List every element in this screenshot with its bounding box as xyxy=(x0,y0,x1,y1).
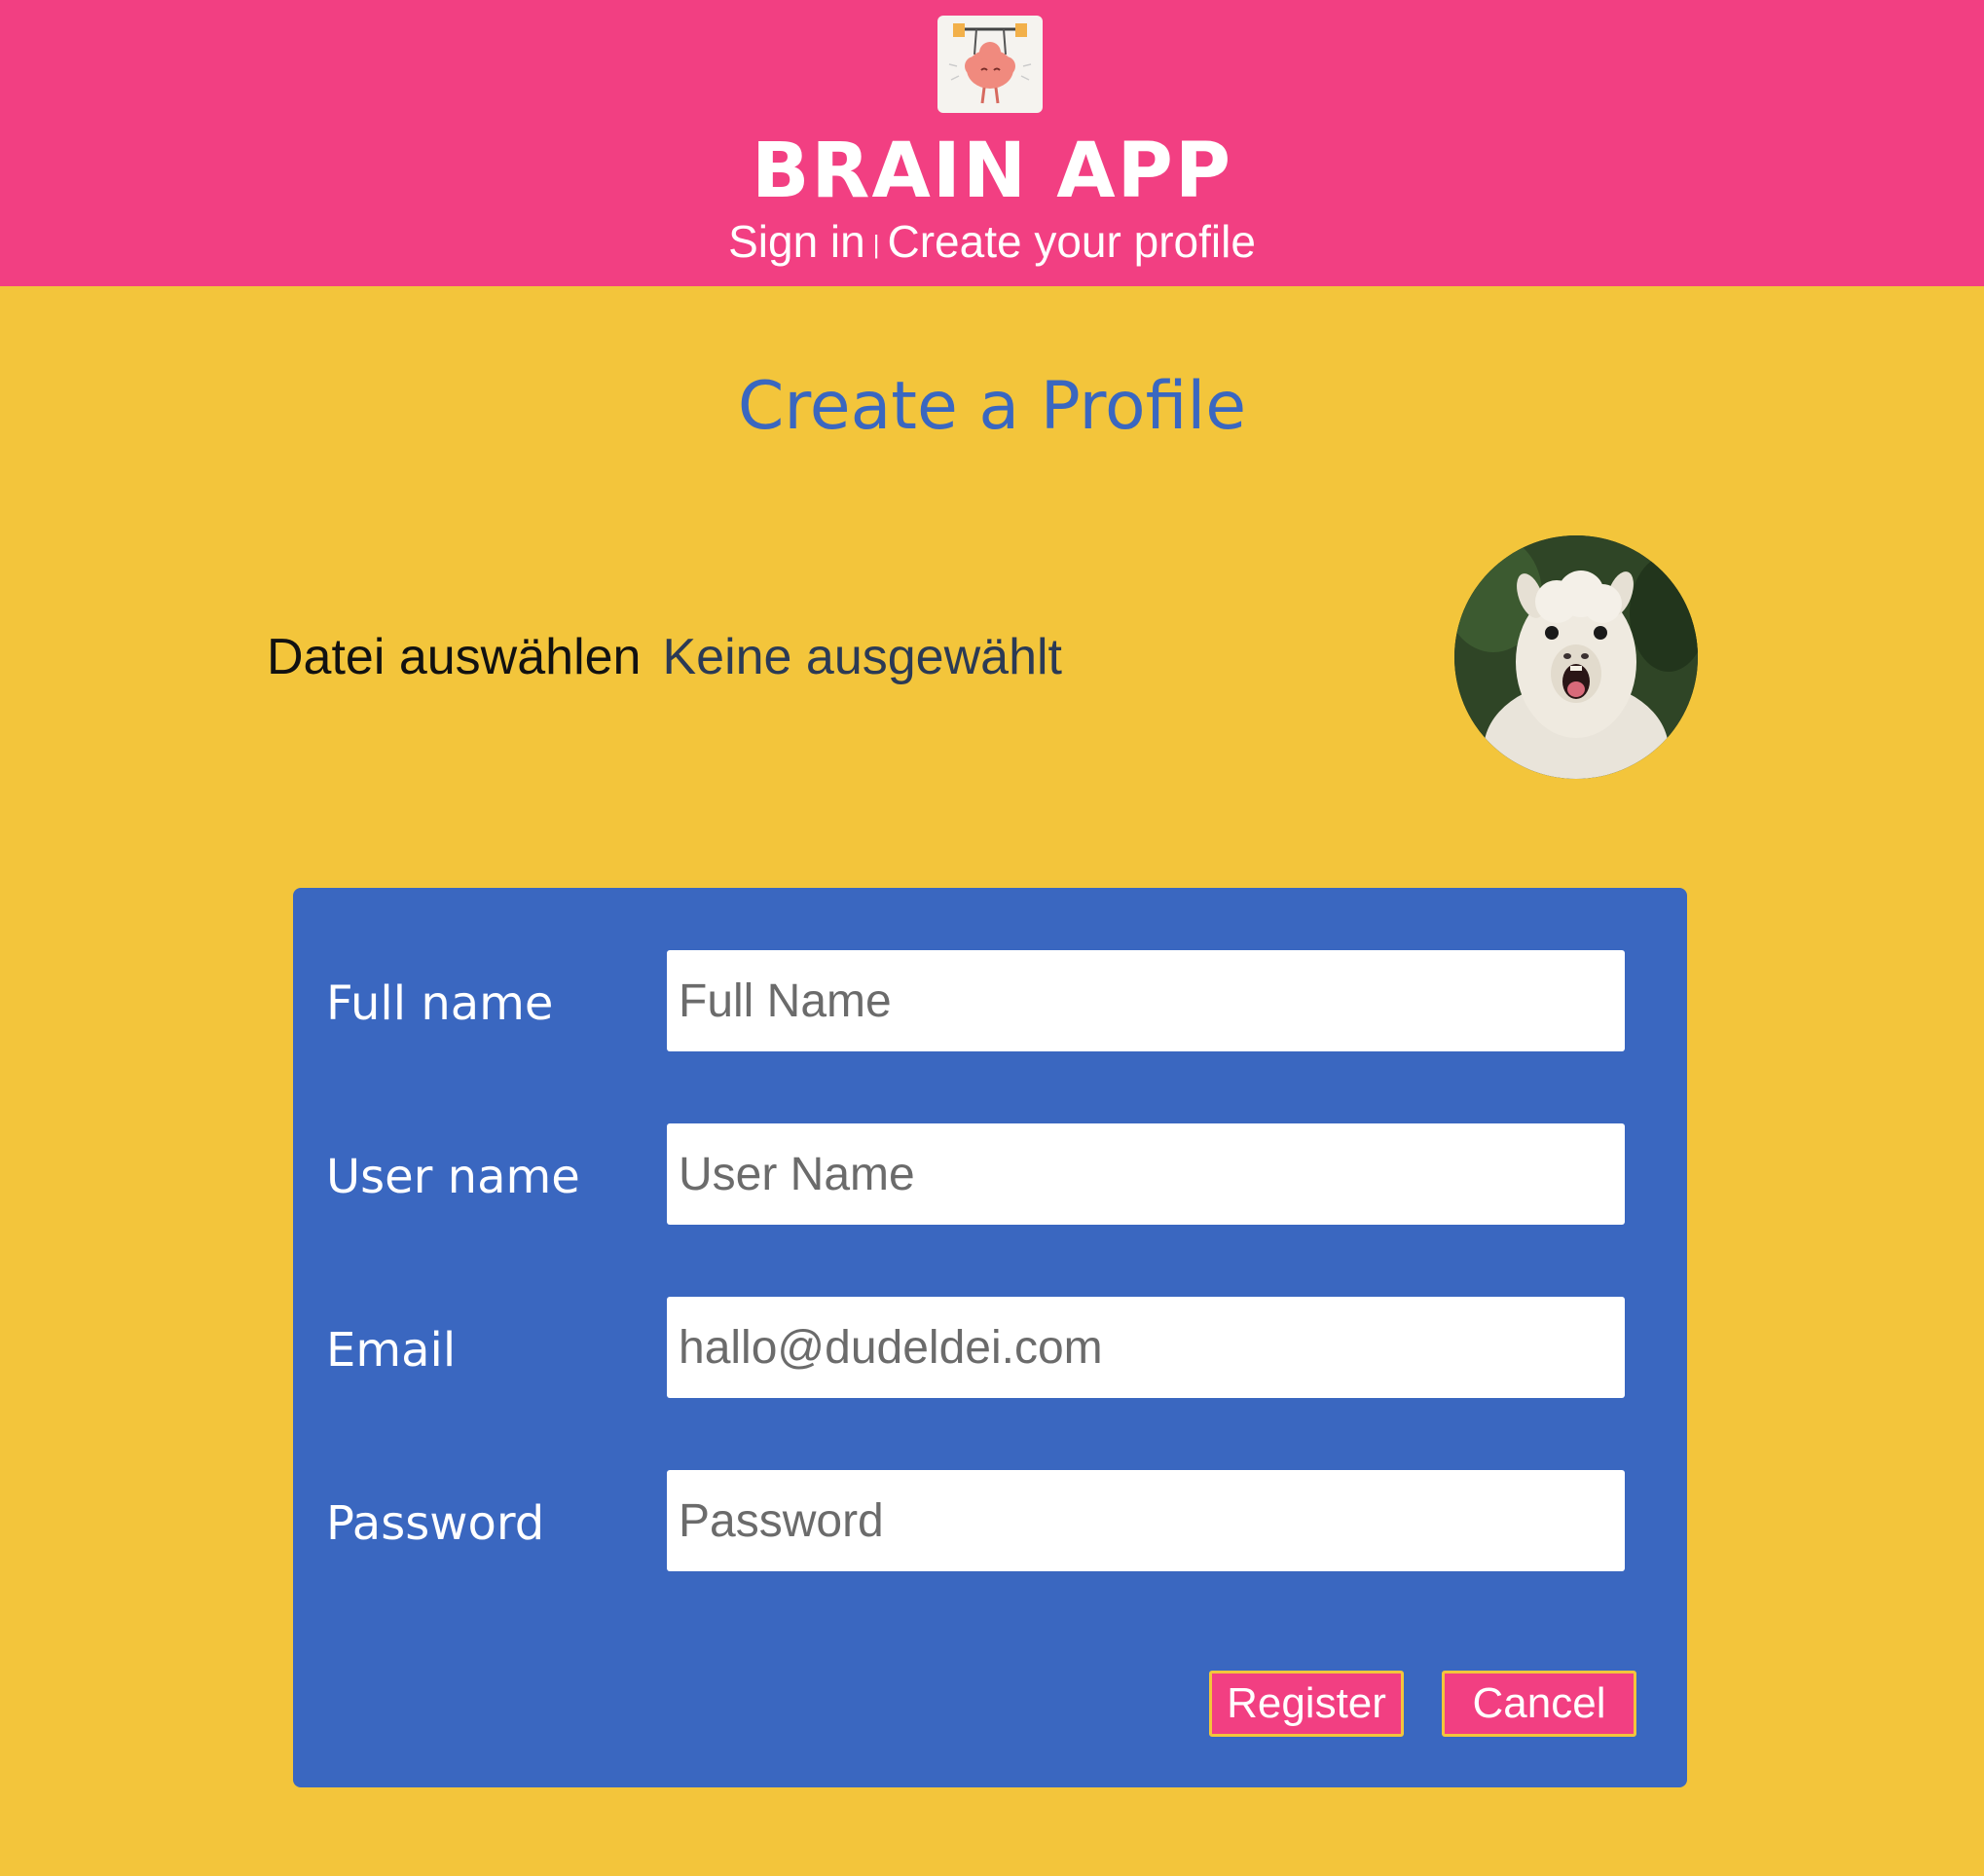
sign-in-link[interactable]: Sign in xyxy=(728,216,865,267)
email-input[interactable] xyxy=(667,1297,1625,1398)
full-name-label: Full name xyxy=(326,976,554,1031)
file-status-text: Keine ausgewählt xyxy=(662,629,1062,685)
page-title: Create a Profile xyxy=(737,368,1247,445)
email-label: Email xyxy=(326,1323,457,1378)
password-label: Password xyxy=(326,1496,545,1551)
header-nav: Sign in | Create your profile xyxy=(0,212,1984,274)
create-profile-link[interactable]: Create your profile xyxy=(888,216,1256,267)
choose-file-button[interactable]: Datei auswählen xyxy=(267,629,641,685)
user-name-input[interactable] xyxy=(667,1123,1625,1225)
app-title: BRAIN APP xyxy=(751,128,1233,215)
nav-separator: | xyxy=(872,230,880,259)
file-picker: Datei auswählen Keine ausgewählt xyxy=(267,623,1062,691)
profile-form: Full name User name Email Password Regis… xyxy=(293,888,1687,1787)
cancel-button[interactable]: Cancel xyxy=(1442,1671,1636,1737)
alpaca-avatar-icon xyxy=(1454,535,1698,779)
full-name-input[interactable] xyxy=(667,950,1625,1051)
brain-logo-icon xyxy=(937,16,1043,113)
register-button[interactable]: Register xyxy=(1209,1671,1404,1737)
password-input[interactable] xyxy=(667,1470,1625,1571)
user-name-label: User name xyxy=(326,1150,580,1204)
app-header: BRAIN APP Sign in | Create your profile xyxy=(0,0,1984,286)
